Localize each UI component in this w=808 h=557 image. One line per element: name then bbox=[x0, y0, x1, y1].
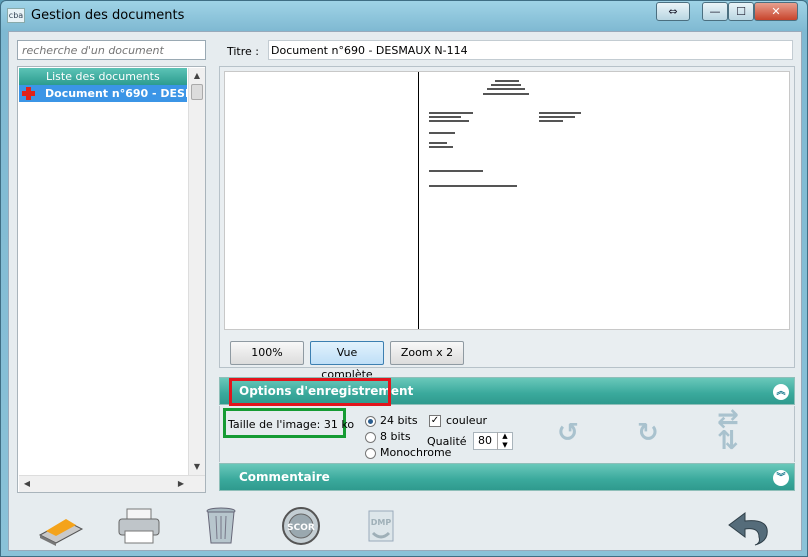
label-24-bits: 24 bits bbox=[380, 414, 418, 427]
collapse-icon[interactable]: ︽ bbox=[773, 384, 789, 400]
swap-icon[interactable]: ⇄ ⇅ bbox=[717, 406, 739, 454]
scroll-thumb[interactable] bbox=[191, 84, 203, 100]
text-line bbox=[539, 120, 563, 122]
color-label: couleur bbox=[446, 414, 488, 427]
comment-panel-header[interactable]: Commentaire ︾ bbox=[219, 463, 795, 491]
text-line bbox=[483, 93, 529, 95]
color-checkbox[interactable]: ✓ bbox=[429, 415, 441, 427]
radio-24-bits[interactable] bbox=[365, 416, 376, 427]
scroll-right-icon[interactable]: ▶ bbox=[173, 476, 189, 492]
bottom-toolbar: SCOR DMP bbox=[9, 502, 803, 550]
title-bar: cba Gestion des documents ⇔ — ☐ ✕ bbox=[1, 1, 807, 31]
printer-icon[interactable] bbox=[115, 505, 163, 547]
scor-icon[interactable]: SCOR bbox=[277, 505, 325, 547]
zoom-x2-button[interactable]: Zoom x 2 bbox=[390, 341, 464, 365]
zoom-100-button[interactable]: 100% bbox=[230, 341, 304, 365]
app-icon: cba bbox=[7, 8, 25, 23]
search-input[interactable] bbox=[17, 40, 206, 60]
scroll-down-icon[interactable]: ▼ bbox=[189, 459, 205, 475]
full-view-button[interactable]: Vue complète bbox=[310, 341, 384, 381]
quality-value: 80 bbox=[478, 434, 492, 447]
comment-panel-title: Commentaire bbox=[239, 470, 330, 484]
image-size-label: Taille de l'image: 31 ko bbox=[228, 418, 355, 431]
text-line bbox=[429, 170, 483, 172]
rotate-left-icon[interactable]: ↺ bbox=[557, 418, 579, 448]
text-line bbox=[429, 146, 453, 148]
document-preview[interactable] bbox=[224, 71, 790, 330]
text-line bbox=[487, 88, 525, 90]
document-list: Liste des documents Document n°690 - DES… bbox=[17, 66, 206, 493]
document-viewer: 100% Vue complète Zoom x 2 bbox=[219, 66, 795, 381]
swap-window-button[interactable]: ⇔ bbox=[656, 2, 690, 21]
close-button[interactable]: ✕ bbox=[754, 2, 798, 21]
text-line bbox=[429, 120, 469, 122]
scanner-icon[interactable] bbox=[36, 505, 84, 547]
vertical-scrollbar[interactable]: ▲ ▼ bbox=[188, 68, 205, 475]
text-line bbox=[429, 132, 455, 134]
text-line bbox=[539, 116, 575, 118]
horizontal-scrollbar[interactable]: ◀ ▶ bbox=[19, 475, 205, 492]
list-item-label: Document n°690 - DESMAUX N-114 bbox=[45, 87, 187, 100]
list-item[interactable]: Document n°690 - DESMAUX N-114 bbox=[19, 85, 187, 102]
text-line bbox=[491, 84, 521, 86]
text-line bbox=[429, 112, 473, 114]
text-line bbox=[539, 112, 581, 114]
expand-icon[interactable]: ︾ bbox=[773, 470, 789, 486]
back-icon[interactable] bbox=[725, 505, 773, 547]
main-window: cba Gestion des documents ⇔ — ☐ ✕ Liste … bbox=[0, 0, 808, 557]
client-area: Liste des documents Document n°690 - DES… bbox=[8, 31, 802, 551]
scor-label: SCOR bbox=[287, 523, 315, 533]
page-edge bbox=[418, 72, 419, 329]
radio-8-bits[interactable] bbox=[365, 432, 376, 443]
text-line bbox=[429, 185, 517, 187]
text-line bbox=[495, 80, 519, 82]
minimize-button[interactable]: — bbox=[702, 2, 728, 21]
red-highlight-box bbox=[229, 378, 391, 406]
scroll-up-icon[interactable]: ▲ bbox=[189, 68, 205, 84]
quality-spin-icon[interactable]: ▲ ▼ bbox=[497, 432, 512, 450]
list-header: Liste des documents bbox=[19, 68, 187, 85]
dmp-icon[interactable]: DMP bbox=[357, 505, 405, 547]
text-line bbox=[429, 142, 447, 144]
window-title: Gestion des documents bbox=[31, 8, 185, 23]
plus-icon bbox=[22, 87, 35, 100]
title-label: Titre : bbox=[227, 45, 260, 58]
rotate-right-icon[interactable]: ↻ bbox=[637, 418, 659, 448]
label-8-bits: 8 bits bbox=[380, 430, 411, 443]
dmp-label: DMP bbox=[371, 518, 392, 527]
title-input[interactable] bbox=[268, 40, 793, 60]
trash-icon[interactable] bbox=[197, 505, 245, 547]
scroll-left-icon[interactable]: ◀ bbox=[19, 476, 35, 492]
text-line bbox=[429, 116, 461, 118]
quality-label: Qualité bbox=[427, 435, 467, 448]
radio-monochrome[interactable] bbox=[365, 448, 376, 459]
maximize-button[interactable]: ☐ bbox=[728, 2, 754, 21]
